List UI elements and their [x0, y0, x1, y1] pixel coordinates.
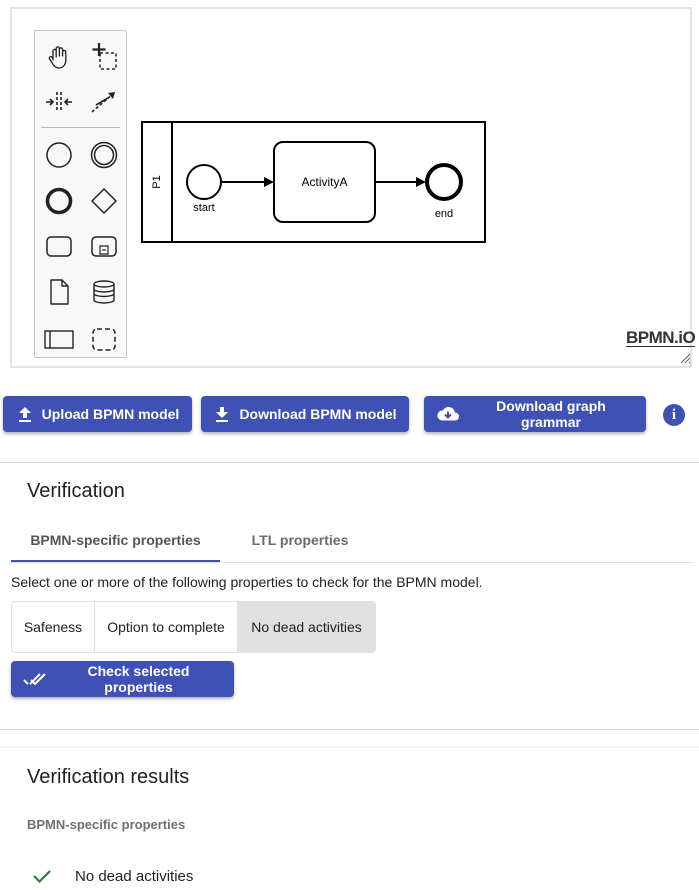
end-event-icon[interactable] — [41, 183, 77, 219]
gateway-icon[interactable] — [86, 183, 122, 219]
hand-tool-icon[interactable] — [41, 39, 77, 75]
start-event-icon[interactable] — [41, 137, 77, 173]
subprocess-icon[interactable] — [86, 228, 122, 264]
verification-title: Verification — [27, 480, 125, 502]
check-button-label: Check selected properties — [87, 663, 190, 695]
section-divider-2 — [0, 729, 699, 730]
tool-palette — [34, 30, 127, 358]
participant-icon[interactable] — [41, 321, 77, 357]
grammar-button-label: Download graph grammar — [496, 398, 606, 430]
cloud-download-icon — [437, 406, 459, 421]
tab-bar-border — [11, 562, 694, 563]
download-bpmn-button[interactable]: Download BPMN model — [201, 396, 409, 432]
pool-label: P1 — [151, 175, 163, 188]
download-grammar-button[interactable]: Download graph grammar — [424, 396, 646, 432]
double-check-icon — [23, 673, 46, 686]
task-activity-a[interactable] — [273, 141, 376, 223]
result-item-label: No dead activities — [75, 868, 194, 885]
download-button-label: Download BPMN model — [239, 406, 397, 422]
upload-icon — [18, 407, 31, 422]
task-icon[interactable] — [41, 228, 77, 264]
global-connect-tool-icon[interactable] — [86, 84, 122, 120]
toggle-no-dead-activities[interactable]: No dead activities — [238, 602, 375, 652]
space-tool-icon[interactable] — [41, 84, 77, 120]
check-properties-button[interactable]: Check selected properties — [11, 661, 234, 697]
end-event[interactable] — [425, 163, 463, 201]
toggle-safeness[interactable]: Safeness — [12, 602, 95, 652]
info-icon[interactable]: i — [663, 404, 685, 426]
start-event[interactable] — [186, 164, 222, 200]
data-object-icon[interactable] — [41, 274, 77, 310]
property-toggle-group: Safeness Option to complete No dead acti… — [11, 601, 376, 653]
group-icon[interactable] — [86, 321, 122, 357]
upload-button-label: Upload BPMN model — [41, 406, 180, 422]
results-subtitle: BPMN-specific properties — [27, 817, 186, 832]
section-divider-3 — [0, 747, 699, 748]
data-store-icon[interactable] — [86, 274, 122, 310]
results-title: Verification results — [27, 766, 190, 788]
intermediate-event-icon[interactable] — [86, 137, 122, 173]
upload-bpmn-button[interactable]: Upload BPMN model — [3, 396, 192, 432]
palette-separator — [41, 127, 120, 128]
lasso-tool-icon[interactable] — [86, 39, 122, 75]
bpmn-io-logo[interactable]: BPMN.iO — [626, 328, 696, 348]
tab-ltl-properties[interactable]: LTL properties — [220, 518, 380, 562]
section-divider — [0, 462, 699, 463]
check-icon — [33, 870, 51, 884]
result-item — [32, 866, 52, 886]
toggle-option-to-complete[interactable]: Option to complete — [95, 602, 238, 652]
resize-handle-icon[interactable] — [679, 352, 691, 364]
verification-description: Select one or more of the following prop… — [11, 574, 483, 590]
tab-bpmn-specific[interactable]: BPMN-specific properties — [11, 518, 220, 562]
download-icon — [216, 407, 229, 422]
